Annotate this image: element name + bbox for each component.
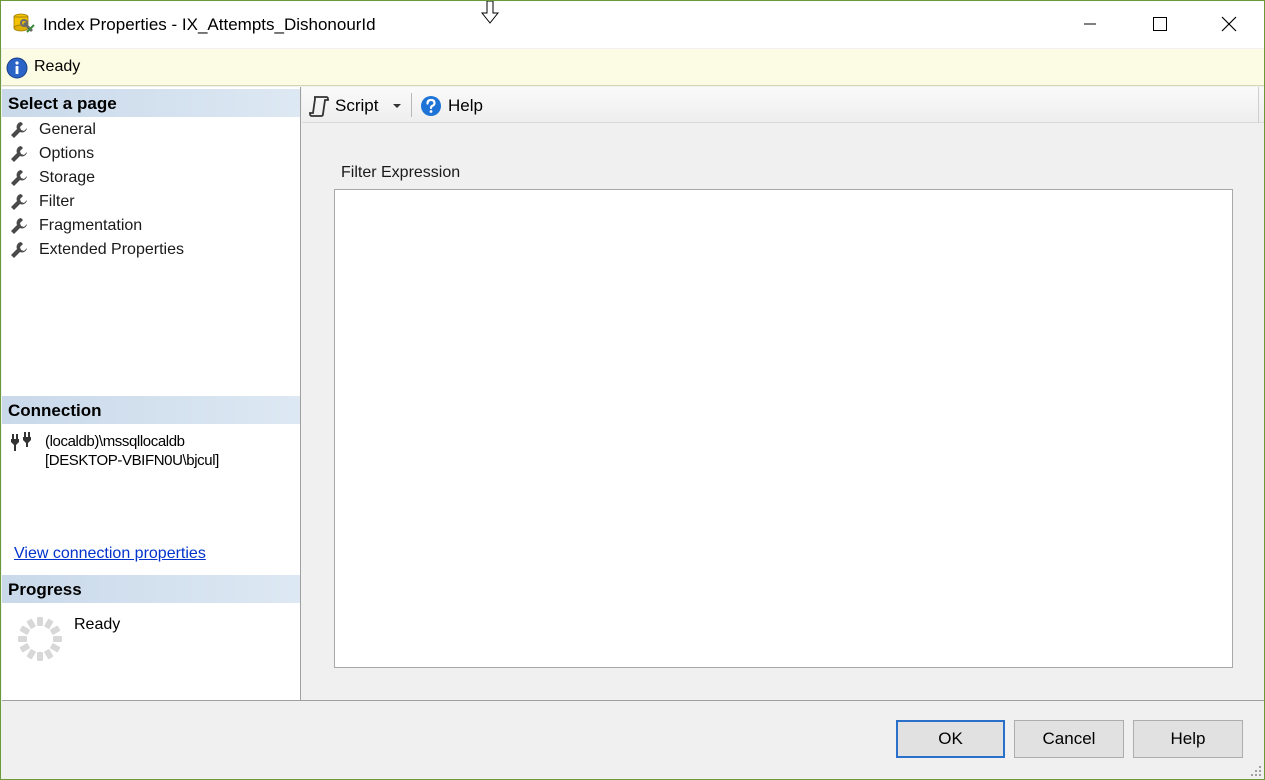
page-item-label: Extended Properties [39, 241, 184, 258]
view-connection-properties-link[interactable]: View connection properties [14, 545, 206, 563]
window-title: Index Properties - IX_Attempts_Dishonour… [43, 15, 376, 34]
progress-status: Ready [74, 616, 121, 633]
select-page-header: Select a page [2, 89, 300, 117]
minimize-button[interactable] [1055, 1, 1124, 47]
connection-header: Connection [2, 396, 300, 424]
progress-header: Progress [2, 575, 300, 603]
close-icon [1221, 16, 1236, 32]
page-list: General Options Storage Filter Fragmenta… [10, 118, 298, 262]
wrench-icon [11, 146, 27, 162]
page-item-label: Options [39, 145, 95, 162]
wrench-icon [11, 194, 27, 210]
help-icon[interactable] [420, 95, 442, 117]
toolbar: Script Help [302, 87, 1264, 123]
cancel-button[interactable]: Cancel [1014, 720, 1124, 758]
status-bar: Ready [2, 49, 1264, 86]
connection-user: [DESKTOP-VBIFN0U\bjcul] [45, 452, 219, 469]
connection-plug-icon [11, 432, 31, 451]
page-item-extended-properties[interactable]: Extended Properties [10, 238, 298, 262]
page-item-general[interactable]: General [10, 118, 298, 142]
wrench-icon [11, 122, 27, 138]
page-item-label: General [39, 121, 96, 138]
maximize-icon [1152, 17, 1167, 31]
wrench-icon [11, 170, 27, 186]
page-item-fragmentation[interactable]: Fragmentation [10, 214, 298, 238]
script-button[interactable]: Script [335, 96, 378, 116]
maximize-button[interactable] [1125, 1, 1194, 47]
status-text: Ready [34, 58, 81, 75]
filter-expression-input[interactable] [334, 189, 1233, 668]
page-item-options[interactable]: Options [10, 142, 298, 166]
index-properties-app-icon [13, 13, 35, 33]
bottom-divider [2, 700, 1264, 701]
toolbar-help-button[interactable]: Help [448, 96, 483, 116]
script-icon[interactable] [309, 95, 329, 117]
progress-spinner-icon [18, 617, 62, 661]
help-button[interactable]: Help [1133, 720, 1243, 758]
left-pane: Select a page General Options Storage Fi… [2, 87, 301, 700]
close-button[interactable] [1194, 1, 1263, 47]
chevron-down-icon[interactable] [392, 103, 402, 109]
page-item-label: Filter [39, 193, 75, 211]
resize-grip-icon[interactable] [1248, 763, 1262, 777]
page-item-filter[interactable]: Filter [10, 190, 298, 214]
right-pane: Script Help Filter Expression [302, 87, 1264, 700]
info-icon [6, 57, 28, 79]
wrench-icon [11, 218, 27, 234]
ok-button[interactable]: OK [896, 720, 1005, 758]
page-item-label: Storage [39, 169, 96, 186]
page-item-label: Fragmentation [39, 217, 143, 234]
page-item-storage[interactable]: Storage [10, 166, 298, 190]
index-properties-window: Index Properties - IX_Attempts_Dishonour… [0, 0, 1265, 780]
move-cursor-icon [481, 1, 499, 24]
minimize-icon [1083, 23, 1096, 25]
connection-server: (localdb)\mssqllocaldb [45, 433, 185, 450]
filter-expression-label: Filter Expression [341, 164, 461, 181]
toolbar-separator [411, 93, 412, 117]
toolbar-scroll-edge [1258, 87, 1264, 123]
wrench-icon [11, 242, 27, 258]
title-bar: Index Properties - IX_Attempts_Dishonour… [1, 1, 1264, 48]
